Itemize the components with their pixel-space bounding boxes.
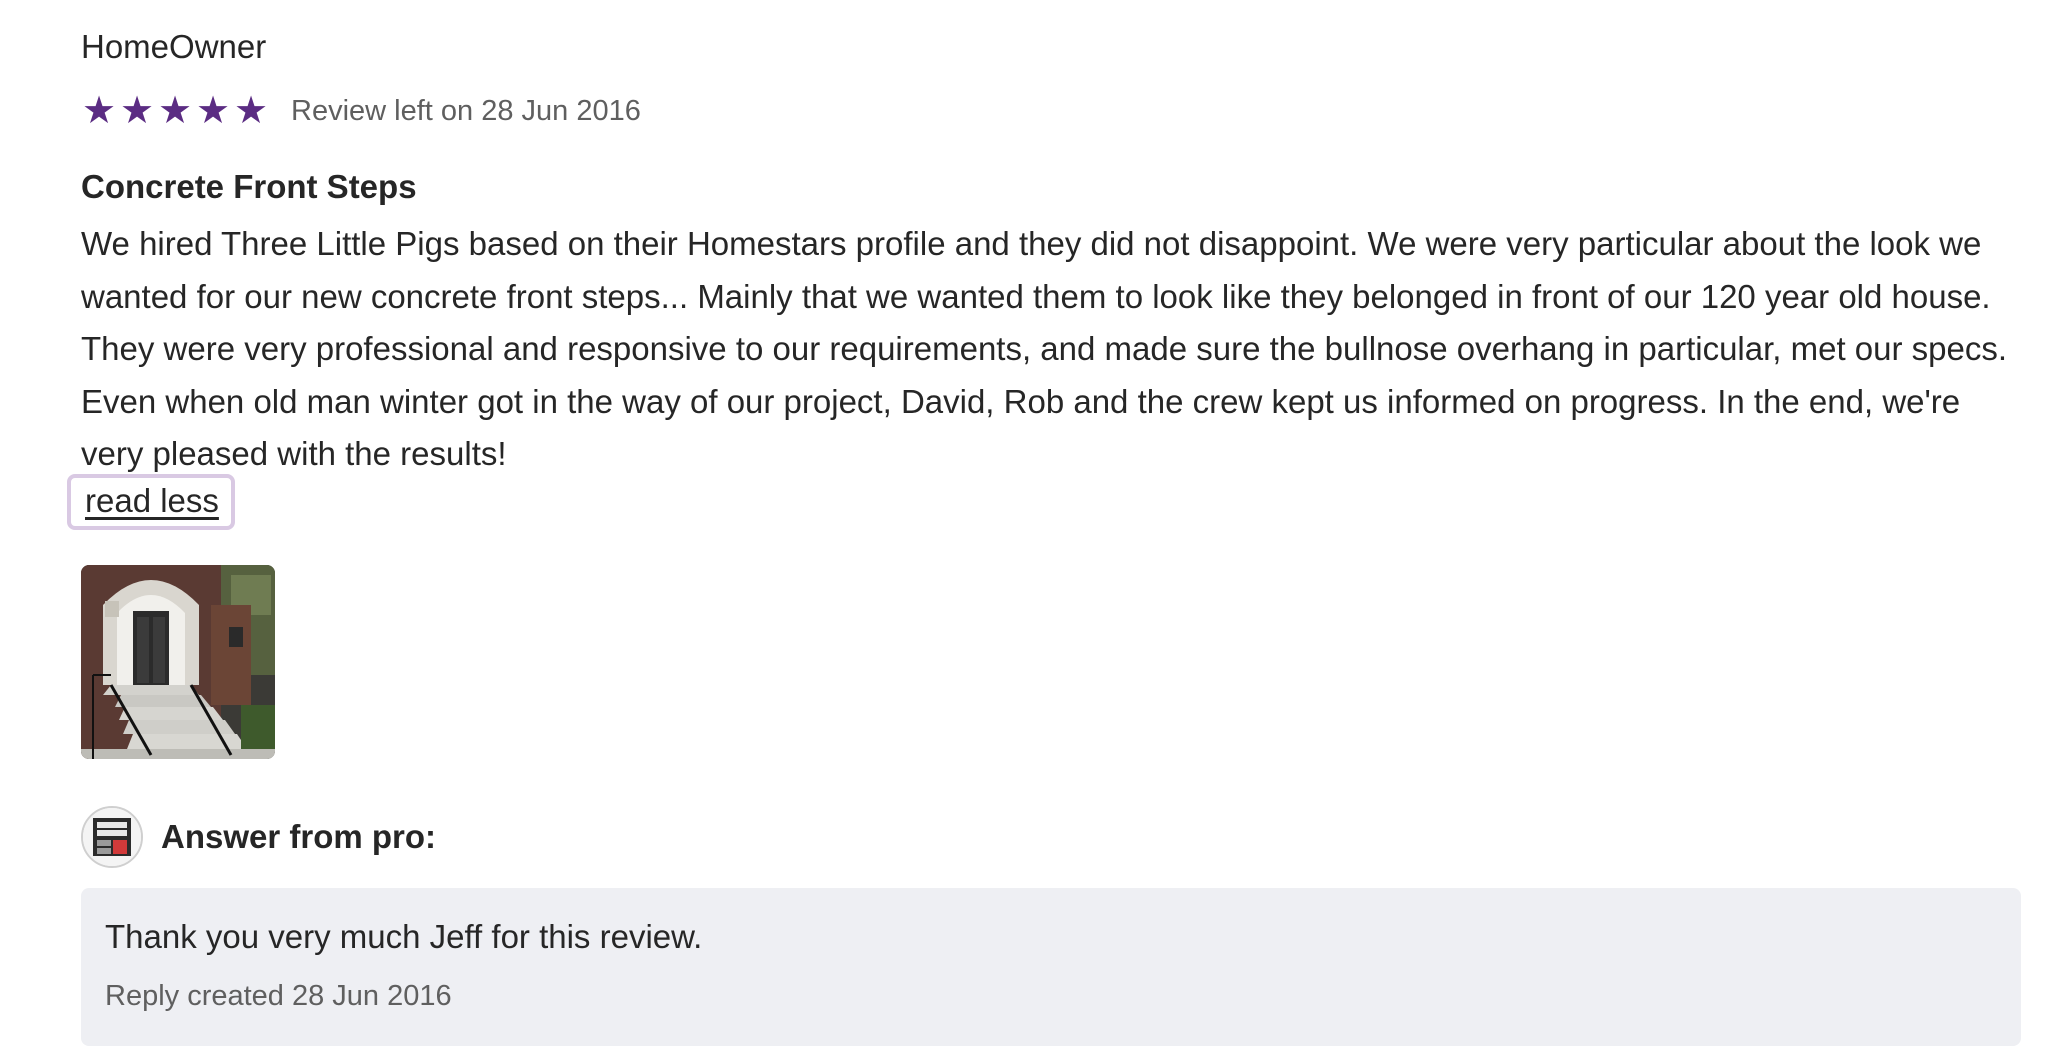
reviewer-name: HomeOwner xyxy=(81,28,267,65)
pro-answer-header: Answer from pro: xyxy=(81,806,436,868)
three-little-pigs-logo-icon xyxy=(83,808,141,866)
star-rating: ★ ★ ★ ★ ★ xyxy=(81,92,269,130)
review-body: We hired Three Little Pigs based on thei… xyxy=(81,225,2008,472)
front-steps-photo xyxy=(81,565,275,759)
review-date: Review left on 28 Jun 2016 xyxy=(291,94,641,127)
star-icon: ★ xyxy=(233,90,269,132)
reply-date: Reply created 28 Jun 2016 xyxy=(105,980,452,1012)
answer-from-pro-label: Answer from pro: xyxy=(161,818,437,855)
reply-text: Thank you very much Jeff for this review… xyxy=(105,918,703,955)
pro-reply-box: Thank you very much Jeff for this review… xyxy=(81,888,2021,1046)
star-icon: ★ xyxy=(195,90,231,132)
pro-avatar xyxy=(81,806,143,868)
rating-row: ★ ★ ★ ★ ★ Review left on 28 Jun 2016 xyxy=(81,90,641,132)
review-title: Concrete Front Steps xyxy=(81,168,417,205)
star-icon: ★ xyxy=(157,90,193,132)
star-icon: ★ xyxy=(119,90,155,132)
review-photo-thumbnail[interactable] xyxy=(81,565,275,759)
star-icon: ★ xyxy=(81,90,117,132)
read-less-link[interactable]: read less xyxy=(67,474,235,530)
